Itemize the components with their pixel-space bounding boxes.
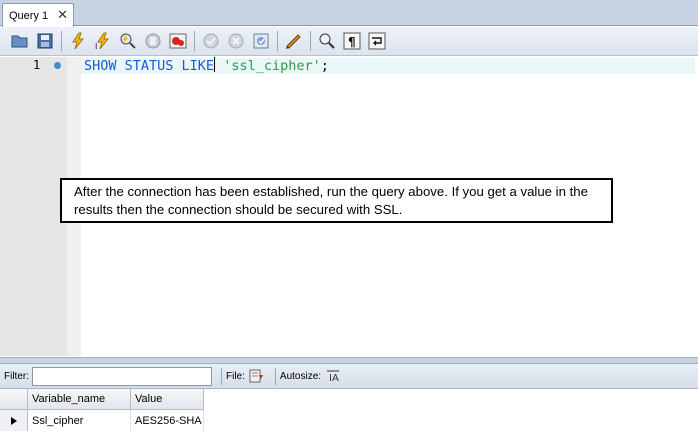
rollback-icon[interactable] [226, 31, 246, 51]
column-header-variable-name[interactable]: Variable_name [28, 389, 131, 410]
autocommit-icon[interactable] [251, 31, 271, 51]
result-grid: Variable_name Value Ssl_cipher AES256-SH… [0, 389, 698, 435]
filterbar-separator [274, 367, 276, 385]
autosize-label: Autosize: [279, 370, 322, 382]
sql-editor-toolbar: I ¶ [0, 27, 698, 56]
stop-icon[interactable] [143, 31, 163, 51]
svg-text:I: I [95, 42, 97, 50]
autosize-columns-icon[interactable]: IA [324, 367, 342, 385]
toggle-error-icon[interactable] [168, 31, 188, 51]
tab-label: Query 1 [9, 9, 49, 22]
filterbar-separator [221, 367, 222, 385]
beautify-icon[interactable] [284, 31, 304, 51]
tab-query-1[interactable]: Query 1 ✕ [2, 3, 74, 27]
grid-corner [0, 389, 28, 410]
explain-icon[interactable] [118, 31, 138, 51]
export-file-icon[interactable] [248, 367, 266, 385]
invisible-chars-icon[interactable]: ¶ [342, 31, 362, 51]
execute-current-icon[interactable]: I [93, 31, 113, 51]
find-icon[interactable] [317, 31, 337, 51]
toolbar-separator [277, 31, 278, 51]
cell-variable-name[interactable]: Ssl_cipher [28, 410, 131, 431]
wrap-icon[interactable] [367, 31, 387, 51]
open-file-icon[interactable] [10, 31, 30, 51]
svg-text:IA: IA [329, 373, 339, 383]
save-icon[interactable] [35, 31, 55, 51]
line-number: 1 [33, 58, 41, 72]
text-caret [214, 57, 216, 72]
tab-strip: Query 1 ✕ [0, 0, 698, 27]
statement-marker-icon [54, 62, 61, 69]
file-label: File: [226, 370, 245, 382]
filter-label: Filter: [4, 370, 29, 382]
table-row[interactable]: Ssl_cipher AES256-SHA [0, 410, 204, 431]
filter-input[interactable] [32, 366, 212, 386]
instruction-callout: After the connection has been establishe… [60, 178, 613, 223]
cell-value[interactable]: AES256-SHA [131, 410, 204, 431]
line-number-gutter [0, 57, 67, 356]
column-header-value[interactable]: Value [131, 389, 204, 410]
grid-header: Variable_name Value [0, 389, 204, 410]
toolbar-separator [194, 31, 195, 51]
tab-close-icon[interactable]: ✕ [57, 7, 68, 23]
toolbar-separator [61, 31, 62, 51]
commit-icon[interactable] [201, 31, 221, 51]
code-line[interactable]: SHOW STATUS LIKE 'ssl_cipher'; [84, 57, 329, 75]
svg-text:¶: ¶ [348, 35, 356, 49]
row-indicator-icon [0, 410, 28, 431]
sql-keyword: SHOW STATUS LIKE [84, 58, 215, 74]
sql-terminator: ; [320, 58, 329, 74]
panel-splitter[interactable] [0, 357, 698, 364]
result-filter-bar: Filter: File: Autosize: IA [0, 364, 698, 389]
execute-icon[interactable] [68, 31, 88, 51]
sql-string: 'ssl_cipher' [223, 58, 321, 74]
toolbar-separator [310, 31, 311, 51]
sql-editor[interactable]: 1 SHOW STATUS LIKE 'ssl_cipher'; After t… [0, 57, 698, 356]
